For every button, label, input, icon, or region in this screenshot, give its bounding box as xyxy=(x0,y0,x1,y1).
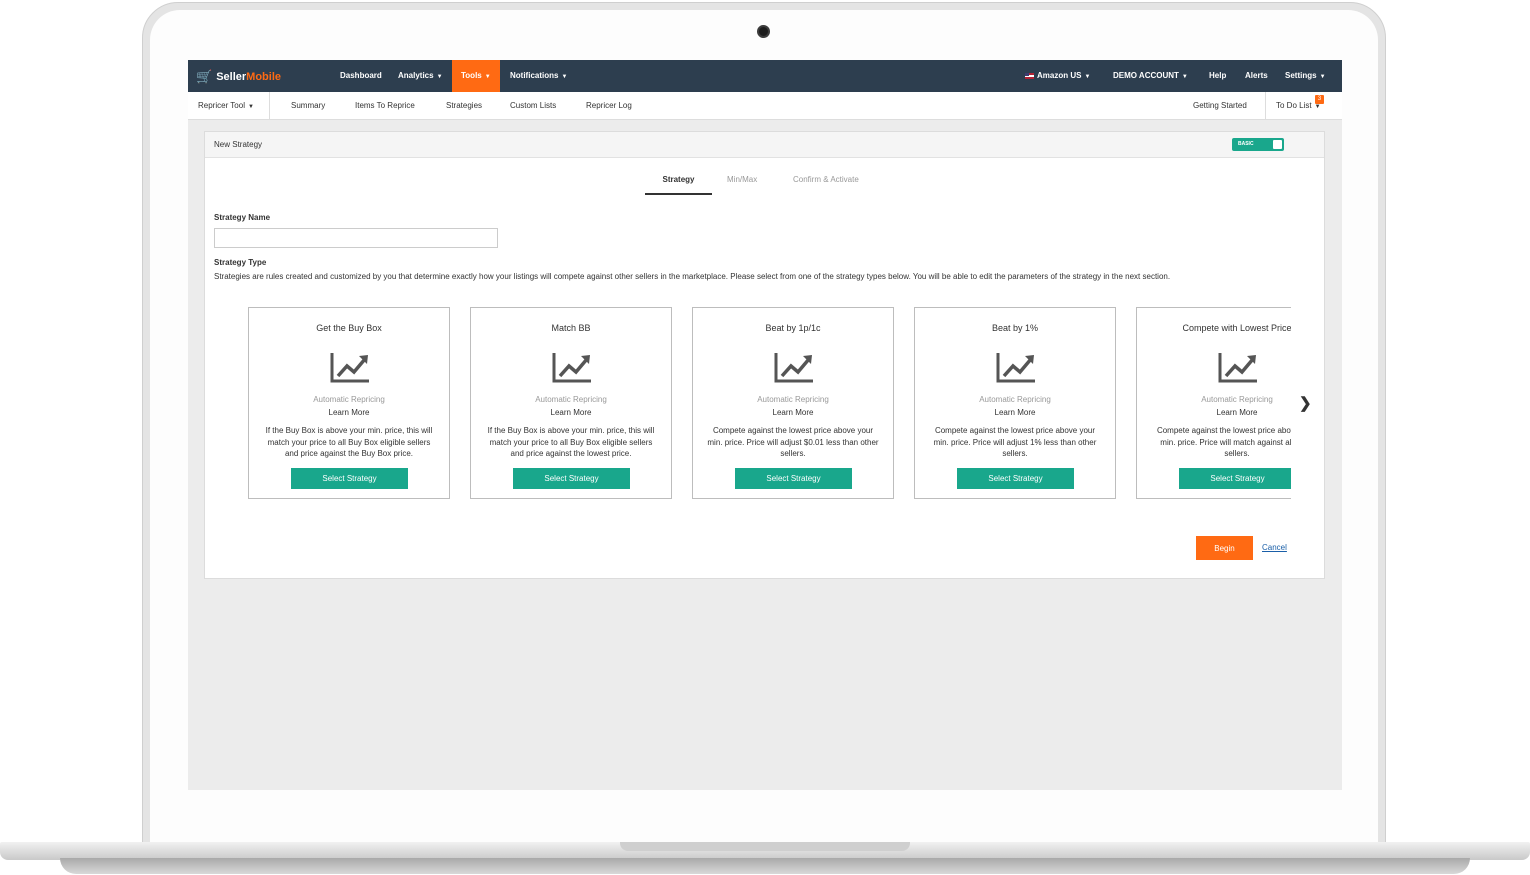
nav-alerts[interactable]: Alerts xyxy=(1245,60,1268,92)
strategy-card-title: Beat by 1p/1c xyxy=(765,323,821,333)
strategy-card-subtitle: Automatic Repricing xyxy=(757,395,829,404)
repricer-tool-menu[interactable]: Repricer Tool ▼ xyxy=(198,92,254,119)
strategy-card: Compete with Lowest Price Automatic Repri… xyxy=(1136,307,1291,499)
trending-up-icon xyxy=(552,353,591,383)
strategy-card-description: Compete against the lowest price above y… xyxy=(707,426,879,458)
strategy-card-subtitle: Automatic Repricing xyxy=(1201,395,1273,404)
nav-notifications[interactable]: Notifications ▼ xyxy=(510,60,567,92)
begin-button[interactable]: Begin xyxy=(1196,536,1253,560)
subnav-items-to-reprice[interactable]: Items To Reprice xyxy=(355,92,415,119)
nav-tools[interactable]: Tools ▼ xyxy=(452,60,500,92)
todo-list-menu[interactable]: To Do List ▼ xyxy=(1276,92,1321,119)
getting-started-link[interactable]: Getting Started xyxy=(1193,92,1247,119)
caret-down-icon: ▼ xyxy=(561,74,568,80)
brand-name: Seller xyxy=(216,71,247,83)
nav-dashboard[interactable]: Dashboard xyxy=(340,60,382,92)
panel-title: New Strategy xyxy=(214,140,263,149)
strategy-card-description: If the Buy Box is above your min. price,… xyxy=(487,426,655,458)
step-confirm-activate[interactable]: Confirm & Activate xyxy=(793,169,859,193)
caret-down-icon: ▼ xyxy=(1319,74,1326,80)
strategy-type-label: Strategy Type xyxy=(214,258,267,267)
chevron-right-icon[interactable]: ❯ xyxy=(1299,394,1312,412)
trending-up-icon xyxy=(774,353,813,383)
learn-more-link[interactable]: Learn More xyxy=(249,408,449,417)
select-strategy-button[interactable]: Select Strategy xyxy=(957,468,1074,489)
brand-name-accent: Mobile xyxy=(246,71,281,83)
nav-analytics[interactable]: Analytics ▼ xyxy=(398,60,443,92)
trending-up-icon xyxy=(1218,353,1257,383)
caret-down-icon: ▼ xyxy=(1084,74,1091,80)
strategy-card: Match BB Automatic Repricing Learn More If … xyxy=(470,307,672,499)
select-strategy-button[interactable]: Select Strategy xyxy=(291,468,408,489)
laptop-base-bottom xyxy=(60,858,1470,874)
strategy-card: Get the Buy Box Automatic Repricing Learn … xyxy=(248,307,450,499)
strategy-card-subtitle: Automatic Repricing xyxy=(979,395,1051,404)
camera-icon xyxy=(757,25,770,38)
panel-header: New Strategy BASIC xyxy=(205,132,1324,158)
learn-more-link[interactable]: Learn More xyxy=(915,408,1115,417)
laptop-notch xyxy=(620,842,910,851)
step-strategy[interactable]: Strategy xyxy=(645,169,712,195)
select-strategy-button[interactable]: Select Strategy xyxy=(735,468,852,489)
trending-up-icon xyxy=(330,353,369,383)
nav-help[interactable]: Help xyxy=(1209,60,1226,92)
strategy-card-subtitle: Automatic Repricing xyxy=(313,395,385,404)
top-navbar: 🛒 SellerMobile Dashboard Analytics ▼ Tool… xyxy=(188,60,1342,92)
caret-down-icon: ▼ xyxy=(1314,104,1321,110)
select-strategy-button[interactable]: Select Strategy xyxy=(513,468,630,489)
basic-mode-toggle[interactable]: BASIC xyxy=(1232,138,1284,151)
new-strategy-panel: New Strategy BASIC Strategy Min/Max Conf… xyxy=(204,131,1325,579)
step-min-max[interactable]: Min/Max xyxy=(727,169,757,193)
strategy-card: Beat by 1% Automatic Repricing Learn More C… xyxy=(914,307,1116,499)
caret-down-icon: ▼ xyxy=(484,74,491,80)
subnav-summary[interactable]: Summary xyxy=(291,92,325,119)
todo-count-badge: 3 xyxy=(1315,95,1324,104)
subnav-custom-lists[interactable]: Custom Lists xyxy=(510,92,556,119)
cancel-link[interactable]: Cancel xyxy=(1262,543,1287,552)
learn-more-link[interactable]: Learn More xyxy=(693,408,893,417)
strategy-type-description: Strategies are rules created and customi… xyxy=(214,272,1171,281)
divider xyxy=(269,92,270,119)
strategy-card-title: Beat by 1% xyxy=(991,323,1039,333)
account-selector[interactable]: DEMO ACCOUNT ▼ xyxy=(1113,60,1188,92)
divider xyxy=(1265,92,1266,119)
strategy-carousel: Get the Buy Box Automatic Repricing Learn … xyxy=(248,307,1291,499)
toggle-knob xyxy=(1273,140,1282,149)
select-strategy-button[interactable]: Select Strategy xyxy=(1179,468,1291,489)
strategy-card-title: Get the Buy Box xyxy=(316,323,382,333)
logo[interactable]: 🛒 SellerMobile xyxy=(196,69,281,85)
shopping-cart-icon: 🛒 xyxy=(196,69,213,84)
strategy-card-description: Compete against the lowest price above y… xyxy=(933,426,1097,458)
subnav-strategies[interactable]: Strategies xyxy=(446,92,482,119)
toggle-label: BASIC xyxy=(1238,141,1254,147)
caret-down-icon: ▼ xyxy=(1181,74,1188,80)
strategy-name-input[interactable] xyxy=(214,228,498,248)
strategy-card-title: Compete with Lowest Price xyxy=(1182,323,1291,333)
learn-more-link[interactable]: Learn More xyxy=(1137,408,1291,417)
strategy-card-subtitle: Automatic Repricing xyxy=(535,395,607,404)
subnav-repricer-log[interactable]: Repricer Log xyxy=(586,92,632,119)
trending-up-icon xyxy=(996,353,1035,383)
learn-more-link[interactable]: Learn More xyxy=(471,408,671,417)
strategy-name-label: Strategy Name xyxy=(214,213,271,222)
strategy-card-description: If the Buy Box is above your min. price,… xyxy=(265,426,433,458)
marketplace-selector[interactable]: Amazon US ▼ xyxy=(1025,60,1090,92)
us-flag-icon xyxy=(1025,72,1034,79)
nav-settings[interactable]: Settings ▼ xyxy=(1285,60,1326,92)
caret-down-icon: ▼ xyxy=(247,104,254,110)
strategy-card: Beat by 1p/1c Automatic Repricing Learn Mo… xyxy=(692,307,894,499)
strategy-card-title: Match BB xyxy=(551,323,591,333)
caret-down-icon: ▼ xyxy=(436,74,443,80)
app-screen: 🛒 SellerMobile Dashboard Analytics ▼ Tool… xyxy=(188,60,1342,790)
sub-navbar: Repricer Tool ▼ Summary Items To Reprice … xyxy=(188,92,1342,120)
strategy-card-description: Compete against the lowest price above y… xyxy=(1156,426,1291,458)
